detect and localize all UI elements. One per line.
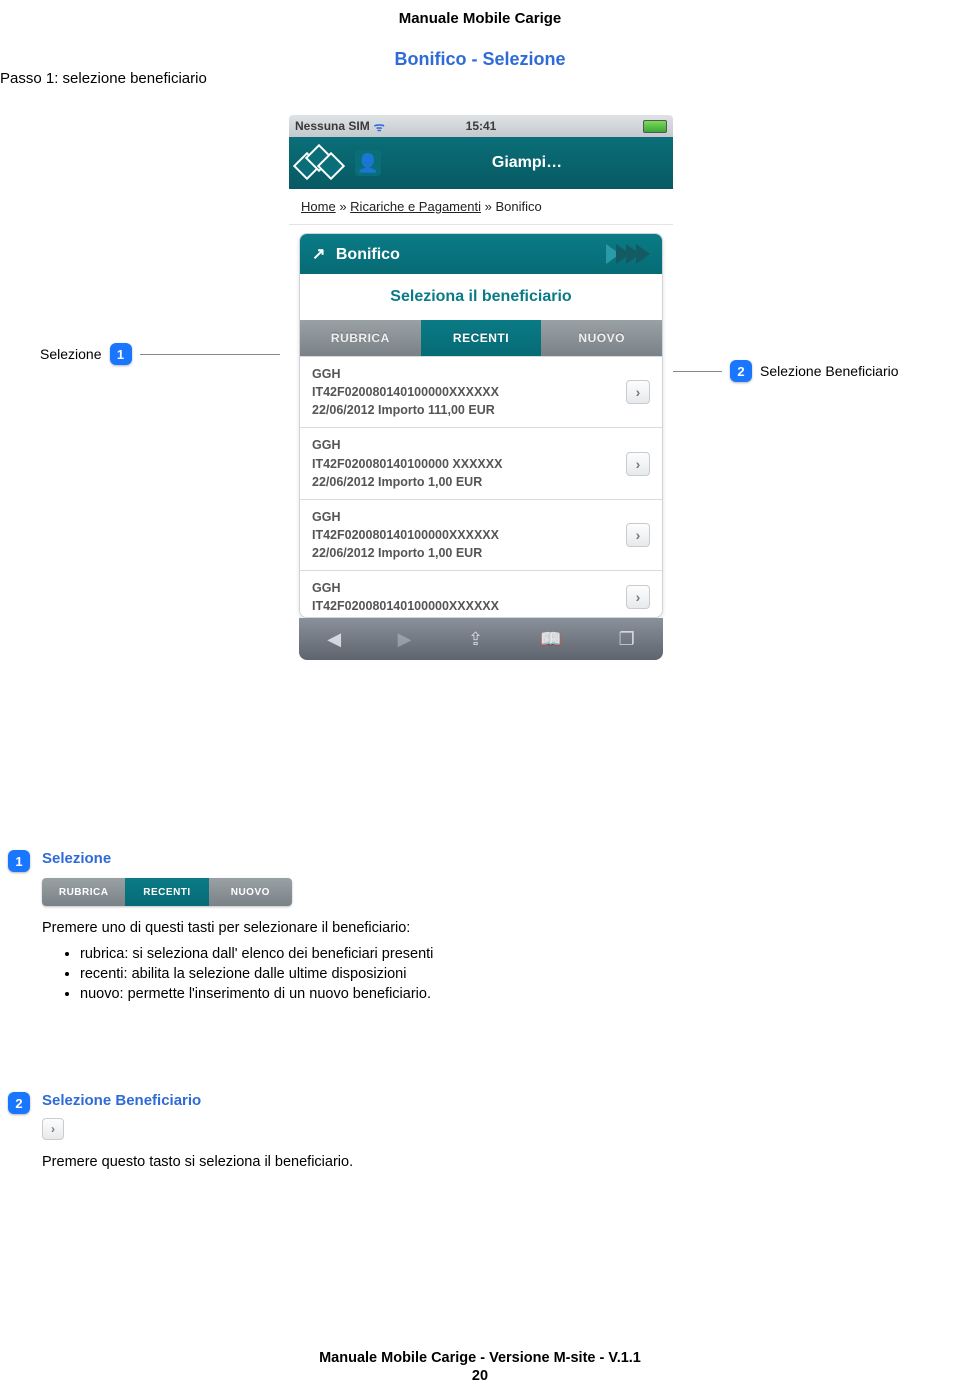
panel-title: Bonifico — [336, 246, 400, 263]
step-label: Passo 1: selezione beneficiario — [0, 70, 207, 87]
battery-icon — [643, 120, 667, 133]
logo-icon — [297, 146, 341, 180]
list-item[interactable]: GGH IT42F020080140100000XXXXXX 22/06/201… — [300, 356, 662, 427]
panel-header: ↗ Bonifico — [300, 234, 662, 274]
row-iban: IT42F020080140100000 XXXXXX — [312, 455, 502, 473]
explanation-2-title: Selezione Beneficiario — [42, 1092, 201, 1109]
bullet: nuovo: permette l'inserimento di un nuov… — [80, 986, 708, 1002]
breadcrumb-home[interactable]: Home — [301, 199, 336, 214]
avatar-icon[interactable]: 👤 — [355, 150, 381, 176]
beneficiary-list: GGH IT42F020080140100000XXXXXX 22/06/201… — [300, 356, 662, 617]
share-icon[interactable]: ⇪ — [468, 629, 483, 650]
row-amount: 22/06/2012 Importo 1,00 EUR — [312, 473, 502, 491]
chevron-right-icon[interactable]: › — [626, 523, 650, 547]
breadcrumb-sep: » — [485, 199, 492, 214]
callout-2-label: Selezione Beneficiario — [760, 363, 899, 379]
callout-2-badge: 2 — [730, 360, 752, 382]
chevron-right-icon[interactable]: › — [626, 585, 650, 609]
header-user: Giampi… — [381, 154, 673, 172]
explanation-1-intro: Premere uno di questi tasti per selezion… — [42, 920, 708, 936]
footer-text: Manuale Mobile Carige - Versione M-site … — [0, 1350, 960, 1366]
row-amount: 22/06/2012 Importo 1,00 EUR — [312, 544, 499, 562]
explanation-2-badge: 2 — [8, 1092, 30, 1114]
page-number: 20 — [0, 1368, 960, 1384]
callout-1-badge: 1 — [110, 343, 132, 365]
row-iban: IT42F020080140100000XXXXXX — [312, 383, 499, 401]
explanation-1-badge: 1 — [8, 850, 30, 872]
panel-subtitle: Seleziona il beneficiario — [300, 274, 662, 320]
tab-nuovo[interactable]: NUOVO — [541, 320, 662, 356]
mini-tab-rubrica: RUBRICA — [42, 878, 125, 906]
chevron-right-icon[interactable]: › — [626, 380, 650, 404]
mini-tabs: RUBRICA RECENTI NUOVO — [42, 878, 292, 906]
step-chevrons-icon — [610, 244, 650, 264]
breadcrumb-current: Bonifico — [495, 199, 541, 214]
browser-toolbar: ◀ ▶ ⇪ 📖 ❐ — [299, 618, 663, 660]
breadcrumb-sep: » — [339, 199, 346, 214]
chevron-right-icon[interactable]: › — [626, 452, 650, 476]
app-header: 👤 Giampi… — [289, 137, 673, 189]
bullet: recenti: abilita la selezione dalle ulti… — [80, 966, 708, 982]
row-amount: 22/06/2012 Importo 111,00 EUR — [312, 401, 499, 419]
row-iban: IT42F020080140100000XXXXXX — [312, 597, 499, 615]
callout-2: 2 Selezione Beneficiario — [670, 360, 899, 382]
beneficiary-tabs: RUBRICA RECENTI NUOVO — [300, 320, 662, 356]
phone-screenshot: Nessuna SIM ᯤ 15:41 👤 Giampi… Home » Ric… — [289, 115, 673, 660]
tab-recenti[interactable]: RECENTI — [421, 320, 542, 356]
status-bar: Nessuna SIM ᯤ 15:41 — [289, 115, 673, 137]
mini-chevron-icon: › — [42, 1118, 64, 1140]
forward-icon: ▶ — [398, 629, 412, 650]
list-item[interactable]: GGH IT42F020080140100000XXXXXX 22/06/201… — [300, 499, 662, 570]
breadcrumb: Home » Ricariche e Pagamenti » Bonifico — [289, 189, 673, 225]
callout-2-line — [670, 371, 722, 372]
tab-rubrica[interactable]: RUBRICA — [300, 320, 421, 356]
tabs-icon[interactable]: ❐ — [619, 629, 635, 650]
mini-tab-recenti: RECENTI — [125, 878, 208, 906]
callout-1-line — [140, 354, 280, 355]
status-time: 15:41 — [289, 119, 673, 133]
row-name: GGH — [312, 436, 502, 454]
list-item[interactable]: GGH IT42F020080140100000XXXXXX › — [300, 570, 662, 617]
row-name: GGH — [312, 579, 499, 597]
bonifico-panel: ↗ Bonifico Seleziona il beneficiario RUB… — [299, 233, 663, 618]
section-title: Bonifico - Selezione — [0, 49, 960, 70]
breadcrumb-ricariche[interactable]: Ricariche e Pagamenti — [350, 199, 481, 214]
row-name: GGH — [312, 365, 499, 383]
explanation-1: 1 Selezione RUBRICA RECENTI NUOVO Premer… — [8, 850, 708, 1006]
explanation-2-text: Premere questo tasto si seleziona il ben… — [42, 1154, 708, 1170]
share-icon: ↗ — [312, 246, 325, 263]
explanation-2: 2 Selezione Beneficiario › Premere quest… — [8, 1092, 708, 1170]
back-icon[interactable]: ◀ — [327, 629, 341, 650]
bookmarks-icon[interactable]: 📖 — [540, 629, 562, 650]
footer: Manuale Mobile Carige - Versione M-site … — [0, 1350, 960, 1384]
row-iban: IT42F020080140100000XXXXXX — [312, 526, 499, 544]
callout-1-label: Selezione — [40, 346, 102, 362]
explanation-1-title: Selezione — [42, 850, 111, 867]
bullet: rubrica: si seleziona dall' elenco dei b… — [80, 946, 708, 962]
doc-title: Manuale Mobile Carige — [0, 0, 960, 27]
mini-tab-nuovo: NUOVO — [209, 878, 292, 906]
callout-1: Selezione 1 — [40, 343, 280, 365]
row-name: GGH — [312, 508, 499, 526]
list-item[interactable]: GGH IT42F020080140100000 XXXXXX 22/06/20… — [300, 427, 662, 498]
